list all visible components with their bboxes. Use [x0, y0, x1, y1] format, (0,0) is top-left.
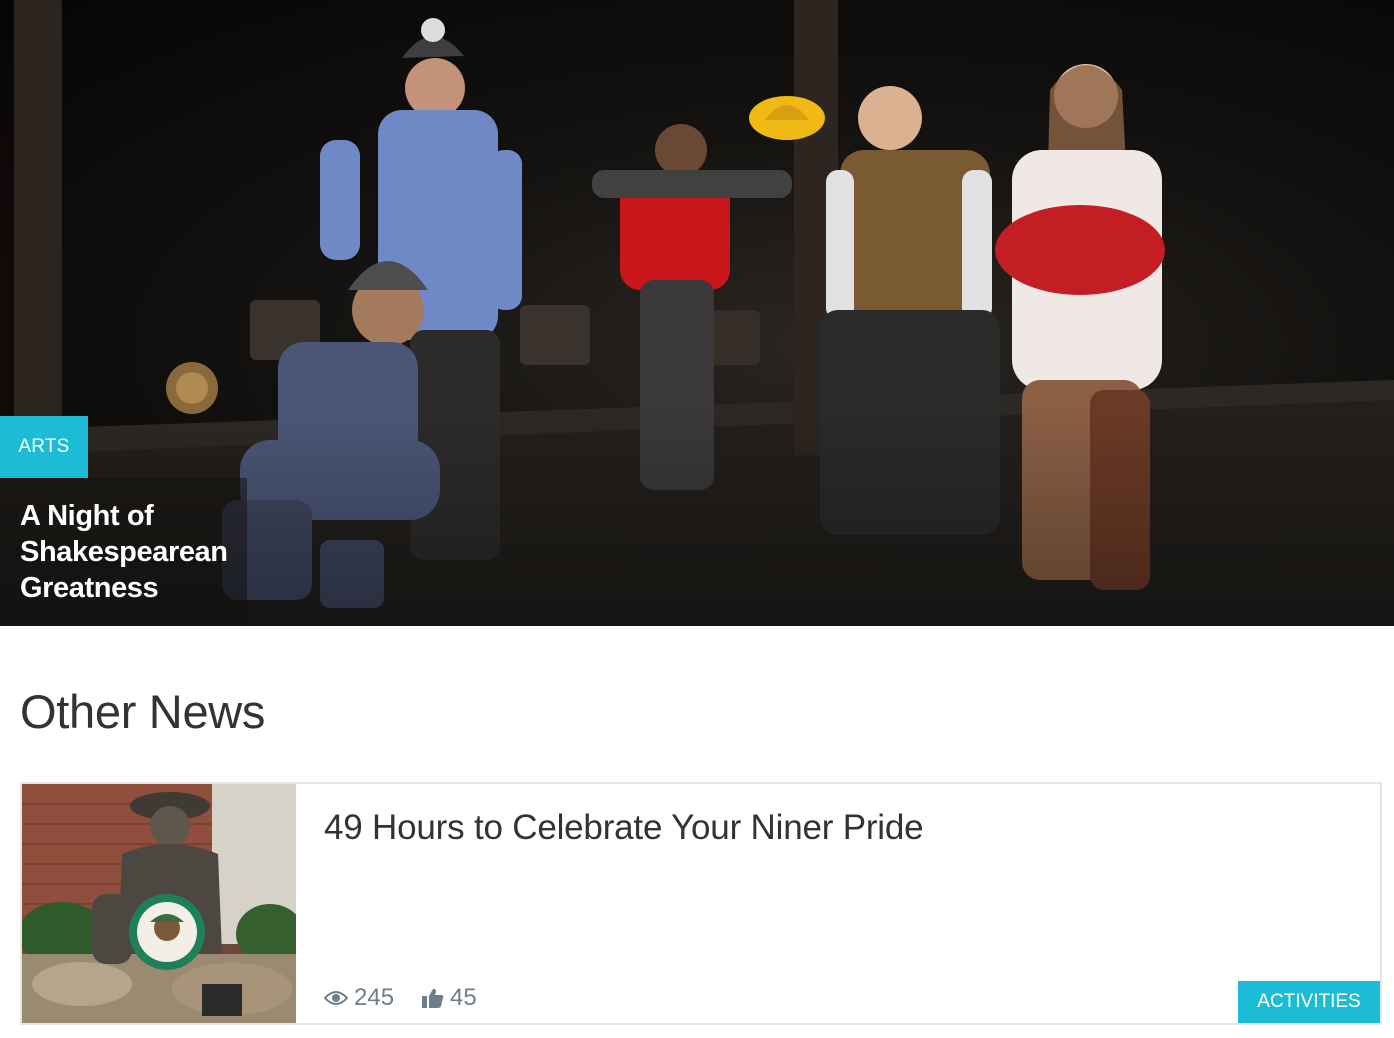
category-tag-arts[interactable]: ARTS	[0, 416, 88, 478]
views-count: 245	[354, 984, 395, 1011]
featured-title[interactable]: A Night of Shakespearean Greatness	[20, 498, 228, 606]
news-card-title[interactable]: 49 Hours to Celebrate Your Niner Pride	[324, 808, 924, 848]
news-card[interactable]: 49 Hours to Celebrate Your Niner Pride 2…	[20, 782, 1382, 1025]
news-card-thumbnail[interactable]	[22, 784, 296, 1023]
likes-stat[interactable]: 45	[422, 984, 477, 1012]
featured-title-box: A Night of Shakespearean Greatness	[0, 478, 247, 626]
likes-count: 45	[450, 984, 477, 1011]
section-title-other-news: Other News	[20, 685, 266, 738]
featured-story[interactable]: ARTS A Night of Shakespearean Greatness	[0, 0, 1394, 626]
thumbs-up-icon[interactable]	[422, 988, 444, 1008]
eye-icon	[324, 990, 348, 1006]
news-card-stats: 245 45	[324, 984, 477, 1012]
thumbnail-image	[22, 784, 296, 1023]
views-stat: 245	[324, 984, 394, 1012]
category-tag-activities[interactable]: ACTIVITIES	[1238, 981, 1380, 1023]
